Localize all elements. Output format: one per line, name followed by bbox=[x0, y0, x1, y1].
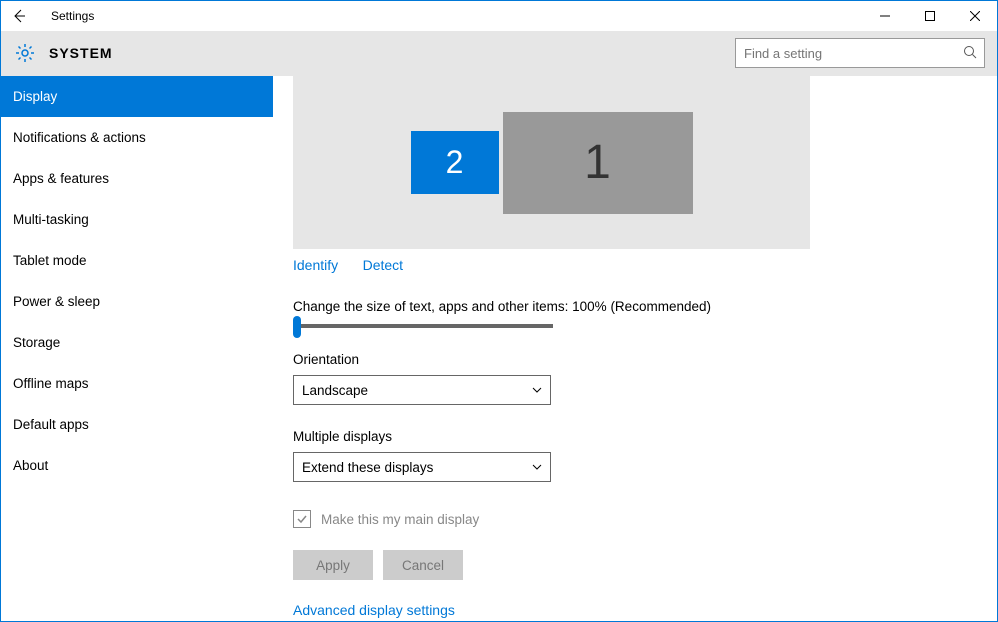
sidebar-item-label: Tablet mode bbox=[13, 253, 87, 268]
sidebar: Display Notifications & actions Apps & f… bbox=[1, 76, 273, 621]
app-header: SYSTEM bbox=[1, 31, 997, 76]
chevron-down-icon bbox=[532, 462, 542, 472]
sidebar-item-apps[interactable]: Apps & features bbox=[1, 158, 273, 199]
sidebar-item-power[interactable]: Power & sleep bbox=[1, 281, 273, 322]
sidebar-item-notifications[interactable]: Notifications & actions bbox=[1, 117, 273, 158]
orientation-label: Orientation bbox=[293, 352, 997, 367]
settings-gear-icon bbox=[15, 43, 35, 63]
action-buttons: Apply Cancel bbox=[293, 550, 997, 580]
main-display-checkbox: Make this my main display bbox=[293, 510, 997, 528]
search-input[interactable] bbox=[735, 38, 985, 68]
sidebar-item-label: Display bbox=[13, 89, 57, 104]
maximize-icon bbox=[925, 11, 935, 21]
sidebar-item-storage[interactable]: Storage bbox=[1, 322, 273, 363]
sidebar-item-display[interactable]: Display bbox=[1, 76, 273, 117]
monitor-links: Identify Detect bbox=[293, 257, 997, 275]
monitor-2[interactable]: 2 bbox=[411, 131, 499, 194]
apply-button: Apply bbox=[293, 550, 373, 580]
scale-slider[interactable] bbox=[293, 324, 553, 328]
minimize-icon bbox=[880, 11, 890, 21]
checkbox-box bbox=[293, 510, 311, 528]
close-icon bbox=[970, 11, 980, 21]
sidebar-item-label: Storage bbox=[13, 335, 60, 350]
orientation-select[interactable]: Landscape bbox=[293, 375, 551, 405]
checkmark-icon bbox=[296, 513, 308, 525]
sidebar-item-label: Multi-tasking bbox=[13, 212, 89, 227]
orientation-value: Landscape bbox=[302, 383, 368, 398]
sidebar-item-label: Apps & features bbox=[13, 171, 109, 186]
minimize-button[interactable] bbox=[862, 1, 907, 31]
back-arrow-icon bbox=[11, 8, 27, 24]
search-icon bbox=[963, 45, 977, 64]
sidebar-item-offlinemaps[interactable]: Offline maps bbox=[1, 363, 273, 404]
sidebar-item-label: Notifications & actions bbox=[13, 130, 146, 145]
content-area: 2 1 Identify Detect Change the size of t… bbox=[273, 76, 997, 621]
sidebar-item-label: Default apps bbox=[13, 417, 89, 432]
sidebar-item-tablet[interactable]: Tablet mode bbox=[1, 240, 273, 281]
window-controls bbox=[862, 1, 997, 31]
slider-thumb[interactable] bbox=[293, 316, 301, 338]
header-title: SYSTEM bbox=[49, 45, 113, 61]
detect-link[interactable]: Detect bbox=[363, 257, 403, 273]
multidisplay-select[interactable]: Extend these displays bbox=[293, 452, 551, 482]
scale-label: Change the size of text, apps and other … bbox=[293, 299, 997, 314]
sidebar-item-defaultapps[interactable]: Default apps bbox=[1, 404, 273, 445]
monitor-1[interactable]: 1 bbox=[503, 112, 693, 214]
multidisplay-value: Extend these displays bbox=[302, 460, 433, 475]
search-wrapper bbox=[735, 38, 985, 68]
title-bar: Settings bbox=[1, 1, 997, 31]
multidisplay-label: Multiple displays bbox=[293, 429, 997, 444]
close-button[interactable] bbox=[952, 1, 997, 31]
identify-link[interactable]: Identify bbox=[293, 257, 338, 273]
monitor-preview[interactable]: 2 1 bbox=[293, 76, 810, 249]
sidebar-item-label: Power & sleep bbox=[13, 294, 100, 309]
maximize-button[interactable] bbox=[907, 1, 952, 31]
sidebar-item-label: Offline maps bbox=[13, 376, 89, 391]
chevron-down-icon bbox=[532, 385, 542, 395]
cancel-button: Cancel bbox=[383, 550, 463, 580]
sidebar-item-multitasking[interactable]: Multi-tasking bbox=[1, 199, 273, 240]
sidebar-item-label: About bbox=[13, 458, 48, 473]
window-title: Settings bbox=[51, 9, 94, 23]
advanced-display-link[interactable]: Advanced display settings bbox=[293, 602, 997, 618]
main-display-label: Make this my main display bbox=[321, 512, 479, 527]
body: Display Notifications & actions Apps & f… bbox=[1, 76, 997, 621]
back-button[interactable] bbox=[7, 4, 31, 28]
sidebar-item-about[interactable]: About bbox=[1, 445, 273, 486]
